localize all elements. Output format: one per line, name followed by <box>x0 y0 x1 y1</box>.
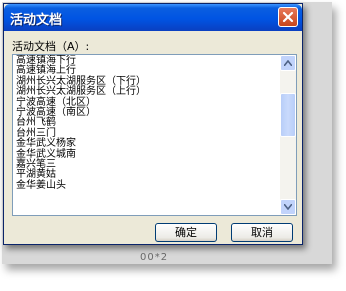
cancel-button[interactable]: 取消 <box>231 223 293 242</box>
background-text: 00*2 <box>140 252 169 263</box>
list-item[interactable]: 湖州长兴太湖服务区（上行） <box>15 86 277 97</box>
chevron-up-icon <box>284 60 292 66</box>
list-item[interactable]: 金华武义杨家 <box>15 138 277 149</box>
close-button[interactable] <box>278 7 298 27</box>
title-bar[interactable]: 活动文档 <box>4 4 302 31</box>
scroll-up-button[interactable] <box>280 55 296 71</box>
active-documents-dialog: 活动文档 活动文档（A）: 高速镇海下行 高速镇海上行 湖州长兴太湖服务区（下行… <box>3 3 303 245</box>
scrollbar-thumb[interactable] <box>280 93 296 137</box>
list-item[interactable]: 金华姜山头 <box>15 180 277 191</box>
ok-button[interactable]: 确定 <box>155 223 217 242</box>
dialog-title: 活动文档 <box>10 13 63 28</box>
documents-list: 高速镇海下行 高速镇海上行 湖州长兴太湖服务区（下行） 湖州长兴太湖服务区（上行… <box>15 55 277 191</box>
scroll-down-button[interactable] <box>280 199 296 215</box>
vertical-scrollbar[interactable] <box>280 55 296 215</box>
close-icon <box>282 11 294 23</box>
documents-listbox[interactable]: 高速镇海下行 高速镇海上行 湖州长兴太湖服务区（下行） 湖州长兴太湖服务区（上行… <box>12 54 297 216</box>
documents-list-label: 活动文档（A）: <box>12 40 90 53</box>
chevron-down-icon <box>284 204 292 210</box>
